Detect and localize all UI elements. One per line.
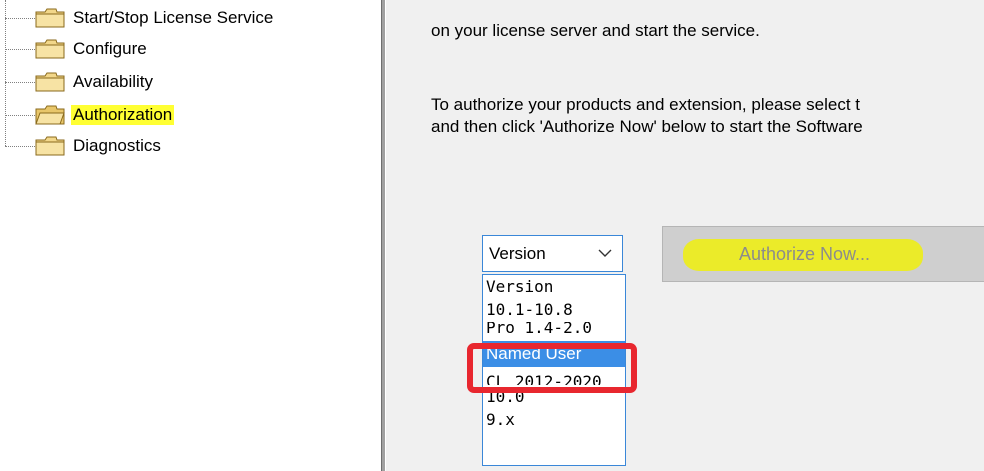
tree-item-label: Diagnostics — [73, 136, 161, 155]
tree-connector — [5, 81, 35, 83]
tree-item-configure[interactable]: Configure — [5, 37, 149, 61]
open-folder-icon — [35, 105, 65, 125]
folder-icon — [35, 39, 65, 59]
tree-item-label: Configure — [73, 39, 147, 58]
version-option[interactable]: 9.x — [483, 408, 625, 431]
tree-connector — [5, 48, 35, 50]
folder-icon — [35, 8, 65, 28]
version-option[interactable]: Pro 1.4-2.0 — [483, 322, 625, 341]
version-select[interactable]: Version — [482, 235, 623, 272]
tree-item-diagnostics[interactable]: Diagnostics — [5, 134, 163, 158]
folder-icon — [35, 136, 65, 156]
navigation-tree: Start/Stop License Service Configure Ava… — [0, 0, 380, 471]
tree-item-start-stop-license-service[interactable]: Start/Stop License Service — [5, 6, 275, 30]
authorize-now-label: Authorize Now... — [739, 244, 871, 264]
version-select-value: Version — [489, 243, 546, 263]
tree-connector — [5, 145, 35, 147]
instruction-text-start-service: on your license server and start the ser… — [431, 21, 760, 40]
version-option[interactable]: Version — [483, 275, 625, 298]
tree-item-authorization[interactable]: Authorization — [5, 103, 175, 127]
version-option[interactable]: 10.1-10.8 — [483, 298, 625, 321]
instruction-text-authorize: To authorize your products and extension… — [431, 95, 861, 114]
folder-icon — [35, 72, 65, 92]
annotation-highlight-box — [467, 343, 637, 393]
pane-splitter[interactable] — [381, 0, 385, 471]
tree-item-label: Availability — [73, 72, 154, 91]
authorization-panel: on your license server and start the ser… — [386, 0, 984, 471]
chevron-down-icon — [598, 249, 612, 257]
authorize-now-button[interactable]: Authorize Now... — [662, 226, 984, 282]
tree-connector — [5, 114, 35, 116]
instruction-text-authorize-cont: and then click 'Authorize Now' below to … — [431, 117, 863, 136]
tree-item-label: Authorization — [71, 105, 175, 125]
tree-item-availability[interactable]: Availability — [5, 70, 155, 94]
tree-item-label: Start/Stop License Service — [73, 8, 274, 27]
tree-connector — [5, 17, 35, 19]
